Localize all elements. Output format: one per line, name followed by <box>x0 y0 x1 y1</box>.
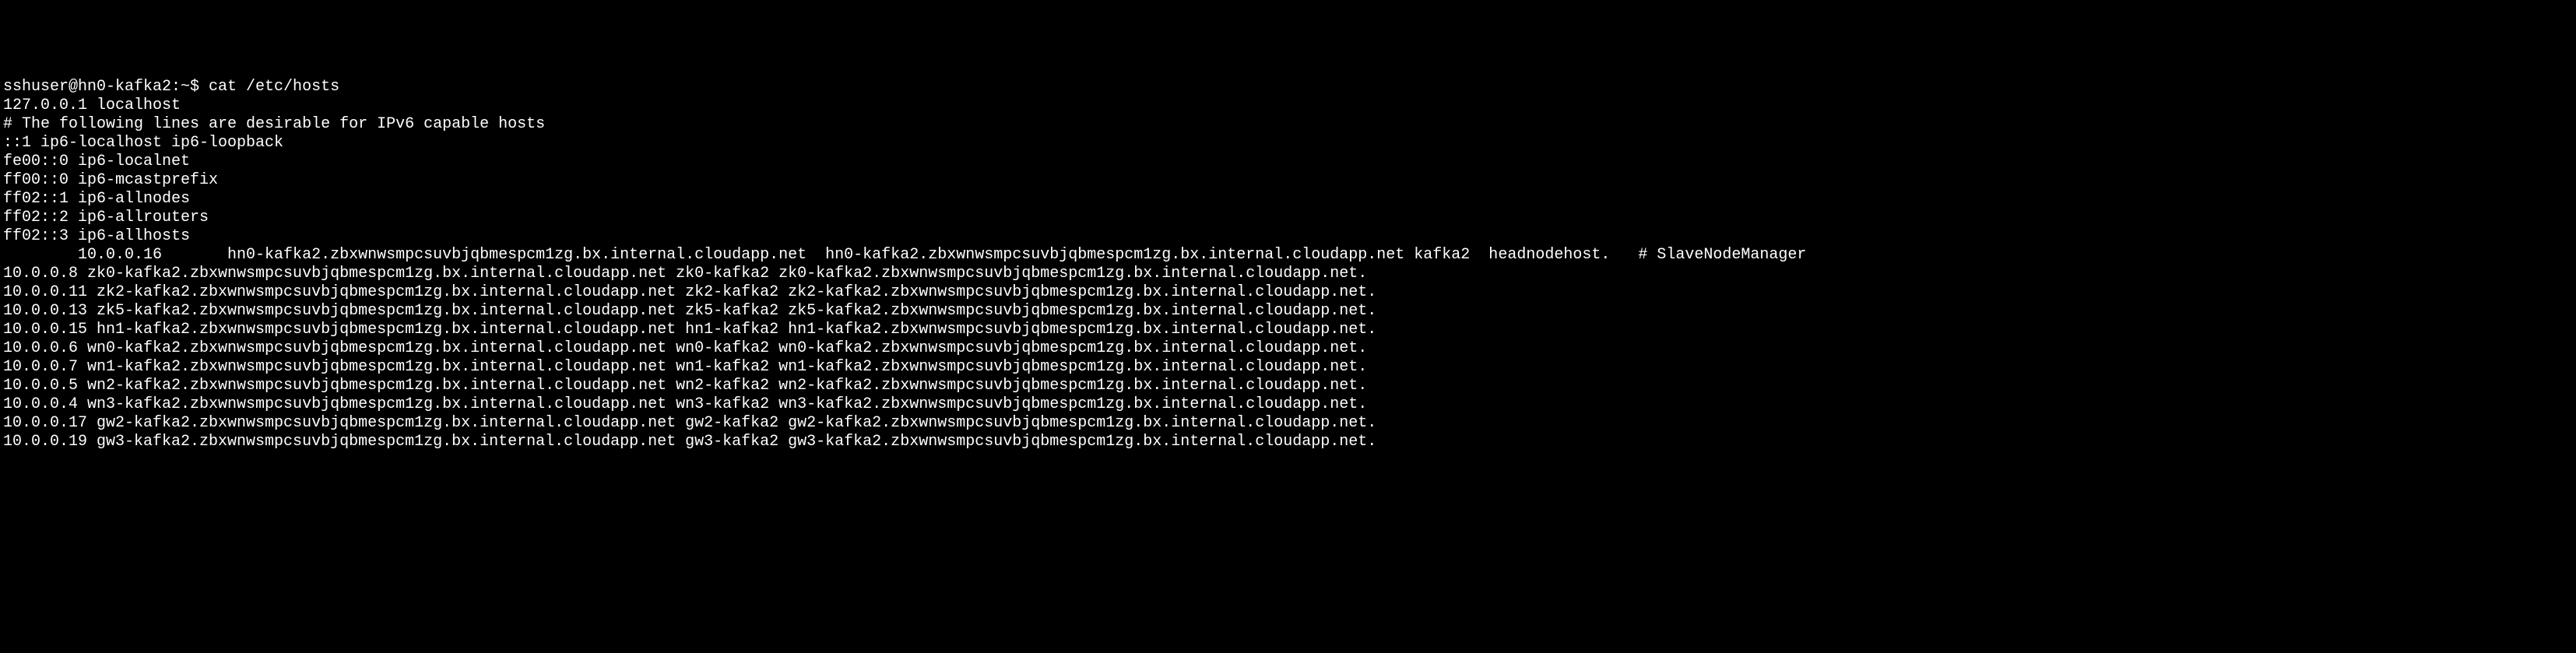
hosts-line: 10.0.0.5 wn2-kafka2.zbxwnwsmpcsuvbjqbmes… <box>3 377 2573 395</box>
hosts-line: 10.0.0.13 zk5-kafka2.zbxwnwsmpcsuvbjqbme… <box>3 302 2573 321</box>
hosts-line: 10.0.0.11 zk2-kafka2.zbxwnwsmpcsuvbjqbme… <box>3 283 2573 302</box>
command-prompt: sshuser@hn0-kafka2:~$ cat /etc/hosts <box>3 78 2573 97</box>
hosts-line: 10.0.0.4 wn3-kafka2.zbxwnwsmpcsuvbjqbmes… <box>3 395 2573 414</box>
hosts-line: 10.0.0.8 zk0-kafka2.zbxwnwsmpcsuvbjqbmes… <box>3 265 2573 283</box>
hosts-line: # The following lines are desirable for … <box>3 115 2573 134</box>
terminal-output[interactable]: sshuser@hn0-kafka2:~$ cat /etc/hosts127.… <box>3 78 2573 451</box>
hosts-line: ff02::1 ip6-allnodes <box>3 190 2573 209</box>
hosts-line: 10.0.0.7 wn1-kafka2.zbxwnwsmpcsuvbjqbmes… <box>3 358 2573 377</box>
hosts-line: ff00::0 ip6-mcastprefix <box>3 171 2573 190</box>
hosts-line: 10.0.0.15 hn1-kafka2.zbxwnwsmpcsuvbjqbme… <box>3 321 2573 339</box>
hosts-line: fe00::0 ip6-localnet <box>3 153 2573 171</box>
hosts-line: ff02::2 ip6-allrouters <box>3 209 2573 227</box>
hosts-line: ::1 ip6-localhost ip6-loopback <box>3 134 2573 153</box>
hosts-line: 10.0.0.19 gw3-kafka2.zbxwnwsmpcsuvbjqbme… <box>3 433 2573 451</box>
hosts-line: 10.0.0.6 wn0-kafka2.zbxwnwsmpcsuvbjqbmes… <box>3 339 2573 358</box>
hosts-line: ff02::3 ip6-allhosts <box>3 227 2573 246</box>
hosts-line: 10.0.0.17 gw2-kafka2.zbxwnwsmpcsuvbjqbme… <box>3 414 2573 433</box>
hosts-line: 10.0.0.16 hn0-kafka2.zbxwnwsmpcsuvbjqbme… <box>3 246 2573 265</box>
hosts-line: 127.0.0.1 localhost <box>3 97 2573 115</box>
